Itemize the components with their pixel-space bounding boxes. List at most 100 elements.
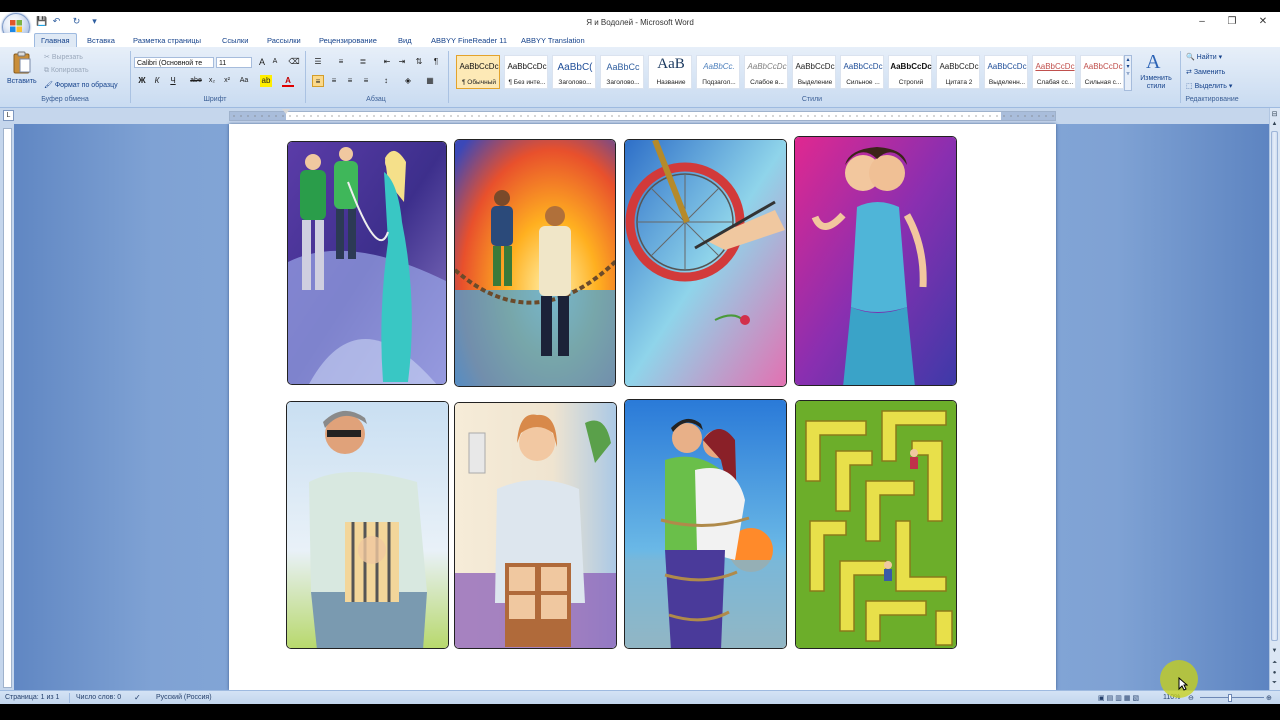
scroll-up-icon[interactable]: ▲ xyxy=(1270,121,1279,130)
shading-icon[interactable]: ◈ xyxy=(402,75,414,87)
bullets-icon[interactable]: ☰ xyxy=(312,56,324,68)
next-page-icon[interactable]: ⏷ xyxy=(1270,680,1279,689)
customize-qat-icon[interactable]: ▾ xyxy=(89,16,100,27)
styles-scroll[interactable]: ▴ ▾ ▿ xyxy=(1124,55,1132,91)
prev-page-icon[interactable]: ⏶ xyxy=(1270,660,1279,669)
minimize-button[interactable]: – xyxy=(1188,15,1216,29)
align-right-icon[interactable]: ≡ xyxy=(344,75,356,87)
tarot-card-8 xyxy=(795,400,957,649)
style-name: Цитата 2 xyxy=(945,79,973,86)
style-item[interactable]: AaBbCcDc ¶ Без инте... xyxy=(504,55,548,89)
bold-button[interactable]: Ж xyxy=(136,75,148,87)
sort-icon[interactable]: ⇅ xyxy=(413,56,425,68)
line-spacing-icon[interactable]: ↕ xyxy=(380,75,392,87)
style-item[interactable]: AaBbCcDc Слабая сс... xyxy=(1032,55,1076,89)
grow-font-button[interactable]: A xyxy=(256,56,268,68)
undo-icon[interactable]: ↶ xyxy=(51,16,62,27)
subscript-button[interactable]: x₂ xyxy=(206,75,218,87)
tab-review[interactable]: Рецензирование xyxy=(319,34,377,47)
shrink-font-button[interactable]: A xyxy=(269,56,281,68)
change-styles-button[interactable]: A Изменить стили xyxy=(1136,51,1176,95)
cut-button[interactable]: ✂ Вырезать xyxy=(44,53,83,61)
style-preview: AaBbCcDc xyxy=(1083,62,1123,71)
style-item[interactable]: AaB Название xyxy=(648,55,692,89)
tarot-card-6 xyxy=(454,402,617,649)
find-button[interactable]: 🔍 Найти ▾ xyxy=(1186,53,1222,61)
increase-indent-icon[interactable]: ⇥ xyxy=(396,56,408,68)
style-name: Сильное ... xyxy=(846,79,880,86)
tab-page-layout[interactable]: Разметка страницы xyxy=(133,34,201,47)
style-item[interactable]: AaBbCc. Подзагол... xyxy=(696,55,740,89)
italic-button[interactable]: К xyxy=(151,75,163,87)
tab-insert[interactable]: Вставка xyxy=(87,34,115,47)
style-item[interactable]: AaBbC(Заголово... xyxy=(552,55,596,89)
paste-button[interactable]: Вставить xyxy=(7,51,37,93)
style-name: Слабое в... xyxy=(750,79,784,86)
font-name-combo[interactable]: Calibri (Основной те xyxy=(134,57,214,68)
browse-object-icon[interactable]: ● xyxy=(1270,670,1279,679)
select-button[interactable]: ⬚ Выделить ▾ xyxy=(1186,82,1232,90)
align-center-icon[interactable]: ≡ xyxy=(328,75,340,87)
style-item[interactable]: AaBbCcDc ¶ Обычный xyxy=(456,55,500,89)
multilevel-list-icon[interactable]: ≣ xyxy=(357,56,369,68)
vertical-ruler[interactable] xyxy=(3,128,12,688)
style-item[interactable]: AaBbCcDc Сильное ... xyxy=(840,55,884,89)
horizontal-ruler[interactable] xyxy=(229,109,1056,121)
save-icon[interactable]: 💾 xyxy=(36,16,47,27)
proofing-icon[interactable]: ✓ xyxy=(134,693,141,702)
replace-button[interactable]: ⇄ Заменить xyxy=(1186,68,1225,76)
zoom-in-icon[interactable]: ⊕ xyxy=(1266,694,1272,702)
style-name: Заголово... xyxy=(606,79,640,86)
word-count[interactable]: Число слов: 0 xyxy=(76,694,121,701)
style-item[interactable]: AaBbCcDc Слабое в... xyxy=(744,55,788,89)
style-item[interactable]: AaBbCcDc Строгий xyxy=(888,55,932,89)
copy-button[interactable]: ⧉ Копировать xyxy=(44,67,89,75)
ruler-toggle-icon[interactable]: ⊟ xyxy=(1270,110,1279,120)
document-page[interactable] xyxy=(229,124,1056,690)
superscript-button[interactable]: x² xyxy=(221,75,233,87)
show-marks-icon[interactable]: ¶ xyxy=(430,56,442,68)
tab-mailings[interactable]: Рассылки xyxy=(267,34,301,47)
tab-home[interactable]: Главная xyxy=(34,33,77,47)
scroll-down-icon[interactable]: ▼ xyxy=(1270,648,1279,657)
restore-button[interactable]: ❐ xyxy=(1218,15,1246,29)
align-left-icon[interactable]: ≡ xyxy=(312,75,324,87)
style-name: ¶ Обычный xyxy=(461,79,497,86)
tab-view[interactable]: Вид xyxy=(398,34,412,47)
card-image-bicycle xyxy=(625,140,786,386)
redo-icon[interactable]: ↻ xyxy=(71,16,82,27)
close-button[interactable]: ✕ xyxy=(1249,15,1277,29)
decrease-indent-icon[interactable]: ⇤ xyxy=(381,56,393,68)
scrollbar-thumb[interactable] xyxy=(1271,131,1278,641)
strikethrough-button[interactable]: abe xyxy=(190,75,202,87)
tab-selector-icon[interactable]: L xyxy=(3,110,14,121)
font-size-combo[interactable]: 11 xyxy=(216,57,252,68)
justify-icon[interactable]: ≡ xyxy=(360,75,372,87)
zoom-slider[interactable] xyxy=(1200,697,1264,698)
zoom-slider-thumb[interactable] xyxy=(1228,694,1232,702)
indent-marker-icon[interactable] xyxy=(282,109,290,114)
font-color-icon[interactable]: A xyxy=(282,75,294,87)
style-item[interactable]: AaBbCcDc Выделенн... xyxy=(984,55,1028,89)
numbering-icon[interactable]: ≡ xyxy=(335,56,347,68)
style-preview: AaBbCcDc xyxy=(1035,62,1075,71)
change-case-button[interactable]: Aa xyxy=(238,75,250,87)
style-item[interactable]: AaBbCcDc Выделение xyxy=(792,55,836,89)
highlight-icon[interactable]: ab xyxy=(260,75,272,87)
tab-references[interactable]: Ссылки xyxy=(222,34,248,47)
replace-icon: ⇄ xyxy=(1186,69,1192,76)
style-name: ¶ Без инте... xyxy=(508,79,546,86)
style-item[interactable]: AaBbCc Заголово... xyxy=(600,55,644,89)
style-item[interactable]: AaBbCcDc Сильная с... xyxy=(1080,55,1124,89)
style-item[interactable]: AaBbCcDc Цитата 2 xyxy=(936,55,980,89)
format-painter-button[interactable]: 🖌 Формат по образцу xyxy=(44,81,118,89)
language[interactable]: Русский (Россия) xyxy=(156,694,212,701)
view-buttons-icon[interactable]: ▣▤▥▦▧ xyxy=(1098,694,1141,702)
underline-button[interactable]: Ч xyxy=(167,75,179,87)
tab-abbyy-translation[interactable]: ABBYY Translation xyxy=(521,34,585,47)
tab-abbyy-finereader[interactable]: ABBYY FineReader 11 xyxy=(431,34,507,47)
style-preview: AaBbCc xyxy=(606,62,640,72)
borders-icon[interactable]: ▦ xyxy=(424,75,436,87)
page-count[interactable]: Страница: 1 из 1 xyxy=(5,694,59,701)
clear-format-icon[interactable]: ⌫ xyxy=(288,56,300,68)
